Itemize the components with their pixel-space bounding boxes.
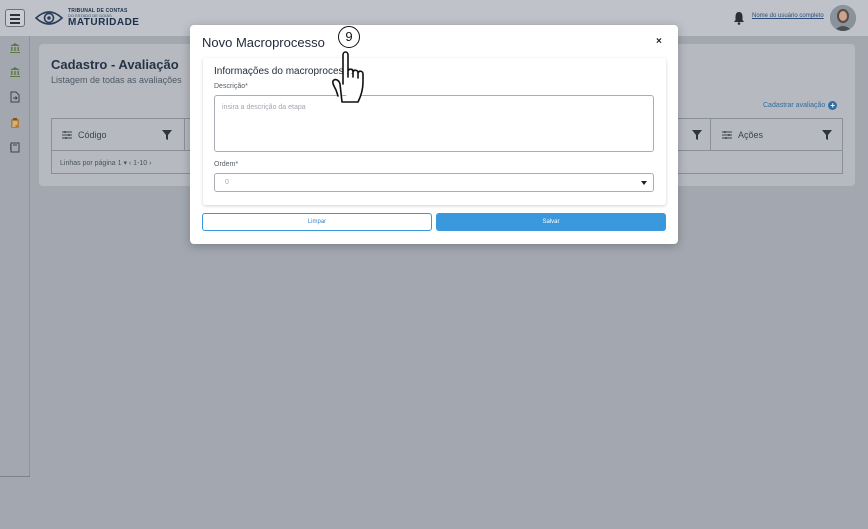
pointing-hand-icon <box>331 51 364 103</box>
page-subtitle: Listagem de todas as avaliações <box>51 75 182 85</box>
sort-lines-icon <box>62 131 72 139</box>
filter-icon-3[interactable] <box>822 130 832 140</box>
descricao-label: Descrição* <box>214 83 248 90</box>
avatar[interactable] <box>830 5 856 31</box>
step-number-badge: 9 <box>338 26 360 48</box>
ordem-value: 0 <box>225 179 229 186</box>
pagination[interactable]: Linhas por página 1 ▾ ‹ 1-10 › <box>60 159 151 167</box>
novo-macroprocesso-modal: Novo Macroprocesso × Informações do macr… <box>190 25 678 244</box>
avatar-image <box>830 5 856 31</box>
clipboard-icon[interactable] <box>9 117 21 129</box>
sidebar <box>0 36 30 476</box>
descricao-field[interactable] <box>214 95 654 152</box>
caret-down-icon <box>641 181 647 185</box>
salvar-button[interactable]: Salvar <box>436 213 666 231</box>
column-separator <box>184 119 185 151</box>
user-name-link[interactable]: Nome do usuário completo <box>752 13 824 19</box>
form-section: Informações do macroprocesso Descrição* … <box>203 58 666 205</box>
limpar-button[interactable]: Limpar <box>202 213 432 231</box>
close-icon[interactable]: × <box>656 36 662 47</box>
column-acoes-label: Ações <box>738 130 764 140</box>
column-codigo-label: Código <box>78 130 107 140</box>
add-avaliacao-label: Cadastrar avaliação <box>763 102 826 109</box>
filter-icon-2[interactable] <box>692 130 702 140</box>
divider <box>0 476 30 477</box>
eye-logo-icon <box>34 11 64 25</box>
bank-icon[interactable] <box>9 42 21 54</box>
add-avaliacao-link[interactable]: Cadastrar avaliação + <box>763 101 838 110</box>
filter-icon[interactable] <box>162 130 172 140</box>
logo: TRIBUNAL DE CONTAS DO ESTADO DE GOIÁS MA… <box>34 6 139 30</box>
sort-lines-icon-2 <box>722 131 732 139</box>
ordem-label: Ordem* <box>214 161 239 168</box>
bell-icon[interactable] <box>733 11 745 25</box>
document-arrow-icon[interactable] <box>9 91 21 103</box>
notes-icon[interactable] <box>9 141 21 153</box>
ordem-select[interactable]: 0 <box>214 173 654 192</box>
page-title: Cadastro - Avaliação <box>51 57 179 72</box>
modal-title: Novo Macroprocesso <box>202 35 325 50</box>
column-separator-2 <box>710 119 711 151</box>
menu-icon[interactable] <box>5 9 25 27</box>
logo-line3: MATURIDADE <box>68 16 140 28</box>
plus-circle-icon: + <box>828 101 838 110</box>
bank-icon-2[interactable] <box>9 66 21 78</box>
